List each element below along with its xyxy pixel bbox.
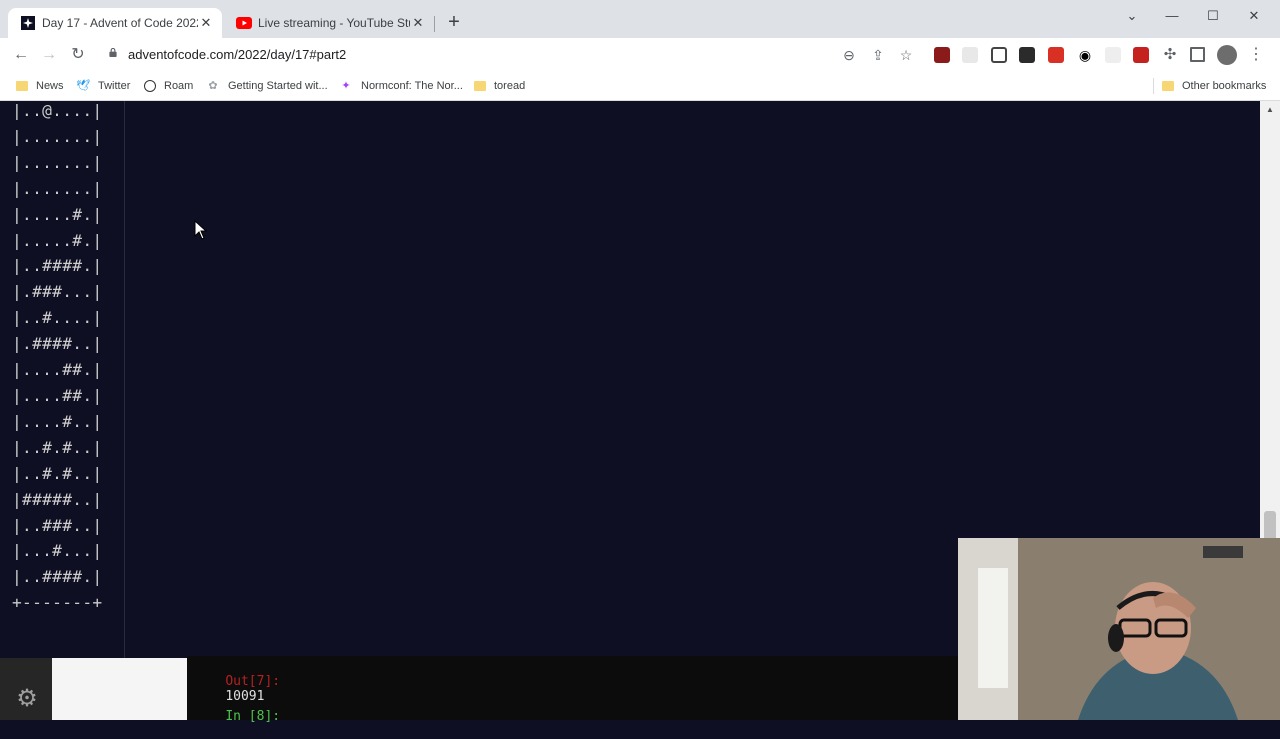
close-window-button[interactable]: ✕ [1242,6,1266,26]
extension-github-icon[interactable]: ◉ [1077,47,1093,63]
bookmark-label: Getting Started wit... [228,80,328,92]
page-icon: ✿ [208,80,218,92]
close-tab-icon[interactable]: ✕ [198,15,214,31]
tab-youtube-studio[interactable]: Live streaming - YouTube Studio ✕ [224,8,434,38]
address-bar[interactable]: adventofcode.com/2022/day/17#part2 ⊖ ⇪ ☆ [100,42,924,68]
ipython-terminal[interactable]: Out[7]: 10091 In [8]: [187,656,959,724]
bookmark-roam[interactable]: Roam [144,77,193,95]
bookmark-label: News [36,80,64,92]
extension-bitwarden-icon[interactable] [991,47,1007,63]
bookmark-normconf[interactable]: ✦ Normconf: The Nor... [339,77,463,95]
twitter-icon: 🕊 [76,80,90,92]
profile-avatar[interactable] [1217,45,1237,65]
tab-title: Day 17 - Advent of Code 2022 [42,16,198,30]
extension-faded-icon[interactable] [1105,47,1121,63]
bookmarks-separator [1153,78,1154,94]
scroll-up-arrow-icon[interactable]: ▲ [1266,105,1274,114]
extensions-puzzle-icon[interactable]: ✣ [1162,47,1178,63]
page-icon: ✦ [341,80,351,92]
input-prompt: In [8]: [225,709,281,724]
tab-strip: Day 17 - Advent of Code 2022 ✕ Live stre… [0,0,1280,38]
bookmarks-bar: News 🕊 Twitter Roam ✿ Getting Started wi… [0,72,1280,101]
extension-thumbs-icon[interactable] [1133,47,1149,63]
folder-icon [474,81,486,91]
tab-search-chevron-icon[interactable]: ⌄ [1120,6,1144,26]
bookmark-getting-started[interactable]: ✿ Getting Started wit... [206,77,328,95]
lock-icon [109,48,117,57]
advent-of-code-icon [20,15,36,31]
reload-button[interactable]: ↻ [67,44,89,66]
bookmark-label: Other bookmarks [1182,80,1267,92]
folder-icon [16,81,28,91]
youtube-icon [236,15,252,31]
column-divider [124,101,125,658]
bookmark-label: toread [494,80,526,92]
bookmark-label: Twitter [98,80,131,92]
tab-separator [434,16,435,32]
tower-diagram: |..@....| |.......| |.......| |.......| … [12,101,103,613]
output-prompt: Out[7]: [225,674,281,689]
bookmark-label: Normconf: The Nor... [361,80,463,92]
mouse-cursor-icon [194,220,208,240]
zoom-icon[interactable]: ⊖ [840,46,858,64]
minimize-button[interactable]: — [1160,6,1184,26]
webcam-image [958,538,1280,720]
extension-red-icon[interactable] [1048,47,1064,63]
roam-icon [144,80,156,92]
side-panel-icon[interactable] [1190,47,1205,62]
other-bookmarks[interactable]: Other bookmarks [1162,77,1266,95]
bookmark-star-icon[interactable]: ☆ [897,46,915,64]
extension-grid-icon[interactable] [962,47,978,63]
share-icon[interactable]: ⇪ [869,46,887,64]
bookmark-toread[interactable]: toread [474,77,525,95]
folder-icon [1162,81,1174,91]
new-tab-button[interactable]: + [444,12,464,32]
forward-button[interactable]: → [38,44,60,66]
browser-menu-icon[interactable]: ⋮ [1248,47,1264,63]
tab-title: Live streaming - YouTube Studio [258,16,410,30]
bookmark-twitter[interactable]: 🕊 Twitter [76,77,130,95]
webcam-overlay [958,538,1280,720]
tab-advent-of-code[interactable]: Day 17 - Advent of Code 2022 ✕ [8,8,222,38]
extension-shield-icon[interactable] [934,47,950,63]
close-tab-icon[interactable]: ✕ [410,15,426,31]
bookmark-label: Roam [164,80,194,92]
back-button[interactable]: ← [10,44,32,66]
extension-dots-icon[interactable] [1019,47,1035,63]
bookmark-news[interactable]: News [16,77,64,95]
gear-icon[interactable]: ⚙ [14,686,40,712]
maximize-button[interactable]: ☐ [1201,6,1225,26]
url-text: adventofcode.com/2022/day/17#part2 [128,47,347,62]
